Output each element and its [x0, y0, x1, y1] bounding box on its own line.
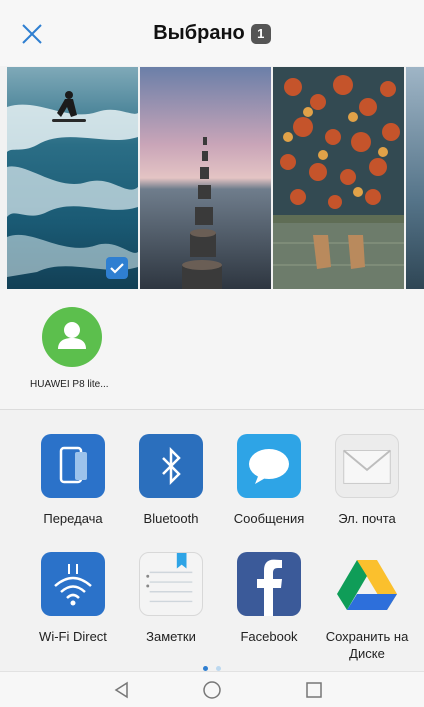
email-icon [335, 434, 399, 498]
avatar[interactable] [42, 307, 102, 367]
system-navbar [0, 671, 424, 707]
app-label: Сообщения [233, 511, 305, 526]
home-button[interactable] [202, 680, 222, 700]
messages-icon [237, 434, 301, 498]
app-transfer[interactable]: Передача [24, 434, 122, 527]
app-bluetooth[interactable]: Bluetooth [122, 434, 220, 527]
app-messages[interactable]: Сообщения [220, 434, 318, 527]
recents-button[interactable] [304, 680, 324, 700]
title-wrap: Выбрано 1 [0, 22, 424, 45]
app-label: Facebook [240, 629, 298, 644]
app-label: Передача [43, 511, 103, 526]
app-notes[interactable]: Заметки [122, 552, 220, 645]
selected-check-badge[interactable] [106, 257, 128, 279]
photo-autumn-leaves[interactable] [273, 67, 404, 289]
home-icon [203, 681, 221, 699]
share-apps-grid: Передача Bluetooth Сообщения Эл. почта W… [0, 410, 424, 670]
app-wifi-direct[interactable]: Wi-Fi Direct [24, 552, 122, 645]
facebook-icon [237, 552, 301, 616]
wifi-direct-icon [41, 552, 105, 616]
app-facebook[interactable]: Facebook [220, 552, 318, 645]
app-email[interactable]: Эл. почта [318, 434, 416, 527]
person-icon [58, 322, 86, 349]
notes-icon [139, 552, 203, 616]
surfer-wave-image [7, 67, 138, 289]
photo-sunset-pier[interactable] [140, 67, 271, 289]
page-title: Выбрано [153, 22, 245, 44]
phone-transfer-icon [41, 434, 105, 498]
selected-count-badge: 1 [250, 23, 271, 44]
header: Выбрано 1 [0, 0, 424, 66]
back-button[interactable] [112, 680, 132, 700]
autumn-leaves-image [273, 67, 404, 289]
bluetooth-icon [139, 434, 203, 498]
app-google-drive[interactable]: Сохранить на Диске [318, 552, 416, 662]
recents-icon [306, 682, 322, 698]
sunset-pier-image [140, 67, 271, 289]
back-icon [114, 681, 128, 699]
app-label: Wi-Fi Direct [39, 629, 107, 644]
photo-surfer-wave[interactable] [7, 67, 138, 289]
contact-area: HUAWEI P8 lite... [0, 289, 424, 409]
app-label: Эл. почта [338, 511, 396, 526]
app-label: Bluetooth [143, 511, 199, 526]
google-drive-icon [335, 552, 399, 616]
contact-huawei[interactable]: HUAWEI P8 lite... [30, 307, 130, 390]
app-label: Сохранить на Диске [325, 629, 409, 661]
photo-strip[interactable] [7, 67, 424, 289]
page-indicator [0, 660, 424, 672]
photo-partial[interactable] [406, 67, 424, 289]
partial-photo-image [406, 67, 424, 289]
contact-name: HUAWEI P8 lite... [30, 379, 109, 390]
check-icon [110, 263, 124, 274]
app-label: Заметки [146, 629, 196, 644]
